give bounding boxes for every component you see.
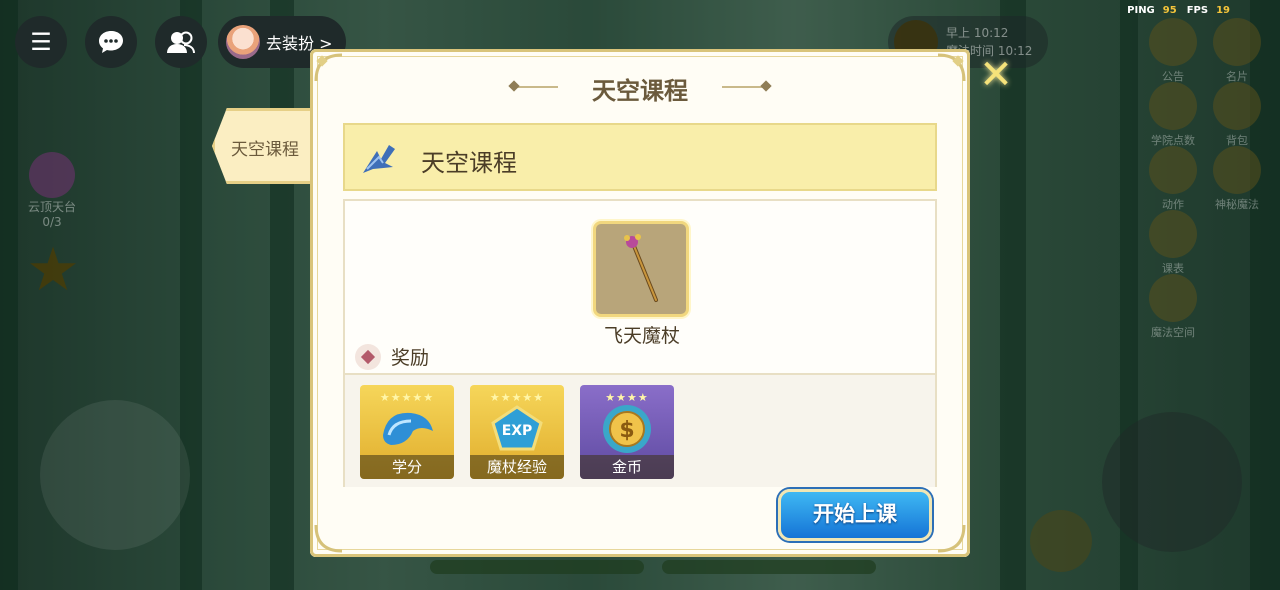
fly-button[interactable]: [1030, 510, 1092, 572]
avatar: [226, 25, 260, 59]
star-icon: ★: [26, 235, 80, 305]
location-indicator[interactable]: 云顶天台 0/3: [22, 152, 82, 229]
menu-card[interactable]: 名片: [1212, 18, 1262, 84]
reward-list: ★★★★★ 学分 ★★★★★ EXP 魔杖经验 ★★★★ $ 金币: [345, 373, 935, 487]
schedule-icon: [1149, 210, 1197, 258]
points-icon: [1149, 82, 1197, 130]
magic-icon: [1213, 146, 1261, 194]
wing-icon: [383, 412, 433, 445]
course-header: 天空课程: [343, 123, 937, 191]
svg-text:EXP: EXP: [502, 423, 533, 439]
action-icon: [1149, 146, 1197, 194]
star-collectible[interactable]: ★: [22, 240, 84, 302]
reward-label: 学分: [360, 455, 454, 479]
friends-icon: [167, 31, 195, 54]
start-class-button[interactable]: 开始上课: [778, 489, 932, 541]
menu-points[interactable]: 学院点数: [1148, 82, 1198, 148]
course-content: 飞天魔杖 奖励 ★★★★★ 学分 ★★★★★ EXP 魔杖经验 ★★★★ $ 金…: [343, 199, 937, 487]
reward-coins[interactable]: ★★★★ $ 金币: [580, 385, 674, 479]
reward-title: 奖励: [391, 347, 430, 369]
chat-button[interactable]: [85, 16, 137, 68]
friends-button[interactable]: [155, 16, 207, 68]
location-icon: [29, 152, 75, 198]
bag-icon: [1213, 82, 1261, 130]
list-icon: ☰: [30, 28, 52, 56]
menu-label: 魔法空间: [1151, 326, 1195, 339]
item-name: 飞天魔杖: [603, 325, 680, 347]
mana-bar: [662, 560, 876, 574]
ping-label: PING: [1127, 5, 1155, 16]
wind-icon: [363, 145, 395, 173]
magic-wand-icon: [624, 234, 658, 302]
jump-button[interactable]: [1102, 412, 1242, 552]
exp-gem-icon: EXP: [491, 405, 543, 451]
menu-bag[interactable]: 背包: [1212, 82, 1262, 148]
fps-label: FPS: [1186, 5, 1209, 16]
location-name: 云顶天台: [27, 200, 76, 214]
card-icon: [1213, 18, 1261, 66]
health-bar: [430, 560, 644, 574]
reward-credit[interactable]: ★★★★★ 学分: [360, 385, 454, 479]
reward-icon: [355, 343, 381, 370]
location-progress: 0/3: [42, 215, 62, 229]
crown-icon: [1149, 274, 1197, 322]
menu-label: 神秘魔法: [1215, 198, 1259, 211]
ping-value: 95: [1162, 5, 1177, 16]
menu-space[interactable]: 魔法空间: [1148, 274, 1198, 340]
movement-joystick[interactable]: [40, 400, 190, 550]
menu-actions[interactable]: 动作: [1148, 146, 1198, 212]
item-slot[interactable]: [593, 221, 689, 317]
corner-ornament: [314, 523, 344, 553]
time-line-1: 早上 10:12: [946, 26, 1009, 40]
reward-header: 奖励: [355, 343, 429, 370]
reward-label: 金币: [580, 455, 674, 479]
menu-schedule[interactable]: 课表: [1148, 210, 1198, 276]
reward-label: 魔杖经验: [470, 455, 564, 479]
chat-bubble-icon: [99, 31, 123, 53]
course-name: 天空课程: [421, 149, 517, 177]
tab-sky-course-label: 天空课程: [231, 140, 299, 160]
title-ornament-right: [722, 86, 770, 88]
announcement-icon: [1149, 18, 1197, 66]
svg-text:$: $: [619, 418, 634, 443]
dialog-title: 天空课程: [592, 77, 688, 105]
fps-value: 19: [1216, 5, 1230, 16]
network-stats: PING 95 FPS 19: [1127, 5, 1240, 16]
corner-ornament: [936, 523, 966, 553]
menu-magic[interactable]: 神秘魔法: [1212, 146, 1262, 212]
menu-announcement[interactable]: 公告: [1148, 18, 1198, 84]
menu-list-button[interactable]: ☰: [15, 16, 67, 68]
close-button[interactable]: ✕: [976, 55, 1016, 96]
close-icon: ✕: [979, 52, 1013, 98]
reward-wand-exp[interactable]: ★★★★★ EXP 魔杖经验: [470, 385, 564, 479]
coin-icon: $: [603, 405, 651, 453]
